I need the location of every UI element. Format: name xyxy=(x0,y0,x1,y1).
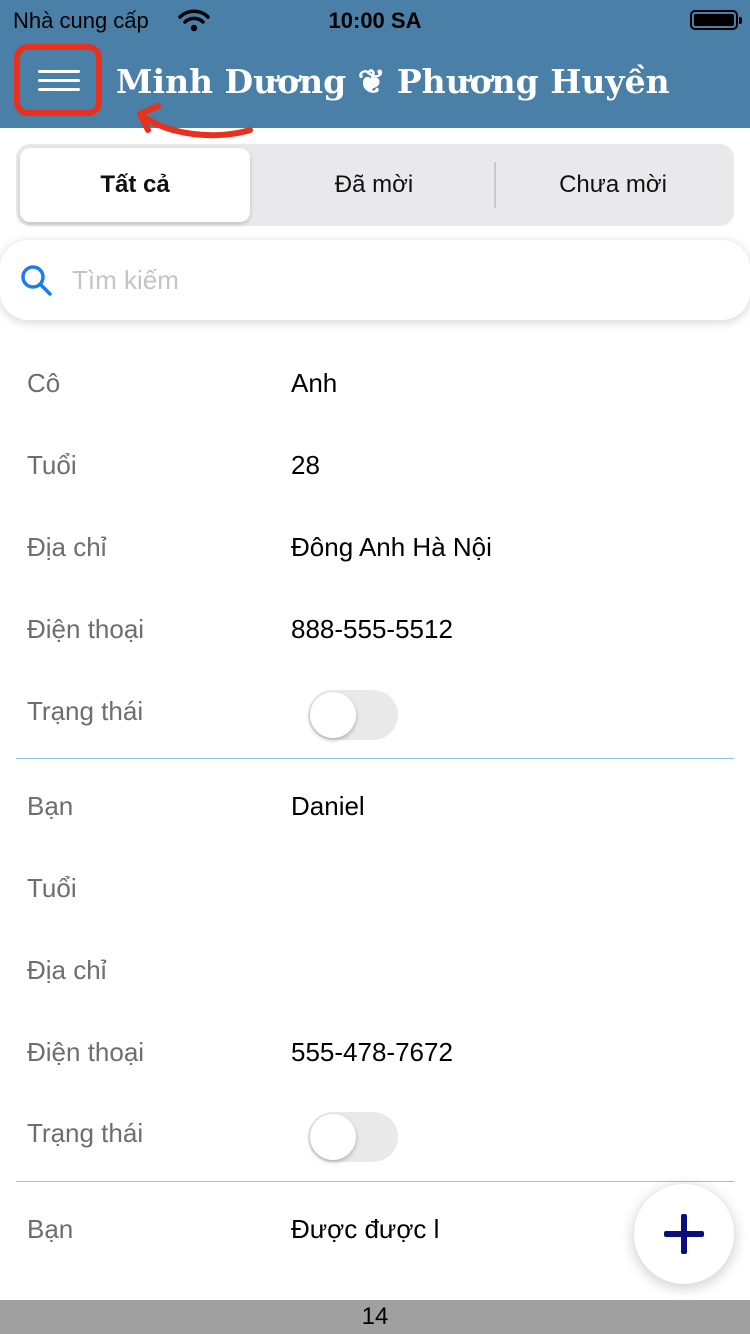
invited-toggle[interactable] xyxy=(308,690,398,740)
annotation-arrow-icon xyxy=(137,103,253,139)
invited-toggle[interactable] xyxy=(308,1112,398,1162)
search-input[interactable] xyxy=(72,258,712,302)
search-icon xyxy=(21,265,52,296)
title-label: Bạn xyxy=(27,1214,74,1244)
age-label: Tuổi xyxy=(27,873,77,903)
toggle-knob xyxy=(310,692,356,738)
age-label: Tuổi xyxy=(27,450,77,480)
title-label: Bạn xyxy=(27,791,74,821)
app-title: Minh Dương ❦ Phương Huyền xyxy=(116,62,670,101)
hamburger-icon xyxy=(38,70,80,73)
address-label: Địa chỉ xyxy=(27,532,107,562)
page-number: 14 xyxy=(361,1303,389,1330)
status-time: 10:00 SA xyxy=(328,8,422,33)
guest-status-row: Trạng thái xyxy=(0,684,750,744)
page-number-bar: 14 xyxy=(0,1300,750,1334)
tab-invited[interactable]: Đã mời xyxy=(254,148,494,222)
guest-separator xyxy=(16,758,734,759)
guest-address: Đông Anh Hà Nội xyxy=(291,532,492,562)
guest-phone: 888-555-5512 xyxy=(291,614,453,644)
filter-segmented-control: Tất cả Đã mời Chưa mời xyxy=(16,144,734,226)
status-bar: Nhà cung cấp 10:00 SA xyxy=(0,0,750,40)
guest-name-row: Bạn Daniel xyxy=(0,779,750,839)
tab-not-invited[interactable]: Chưa mời xyxy=(496,148,730,222)
guest-separator xyxy=(16,1181,734,1182)
guest-age-row: Tuổi 28 xyxy=(0,438,750,498)
guest-phone-row: Điện thoại 555-478-7672 xyxy=(0,1025,750,1085)
status-label: Trạng thái xyxy=(27,1118,144,1148)
guest-address-row: Địa chỉ xyxy=(0,943,750,1003)
toggle-knob xyxy=(310,1114,356,1160)
battery-icon xyxy=(690,10,742,30)
guest-status-row: Trạng thái xyxy=(0,1106,750,1166)
tab-all[interactable]: Tất cả xyxy=(20,148,250,222)
guest-address-row: Địa chỉ Đông Anh Hà Nội xyxy=(0,520,750,580)
add-guest-button[interactable] xyxy=(634,1184,734,1284)
phone-label: Điện thoại xyxy=(27,614,145,644)
guest-name: Daniel xyxy=(291,791,365,821)
guest-name: Được được l xyxy=(291,1214,440,1244)
phone-label: Điện thoại xyxy=(27,1037,145,1067)
title-label: Cô xyxy=(27,368,61,398)
menu-button[interactable] xyxy=(14,44,102,116)
search-bar xyxy=(0,240,750,320)
guest-name-row: Cô Anh xyxy=(0,356,750,416)
address-label: Địa chỉ xyxy=(27,955,107,985)
guest-phone: 555-478-7672 xyxy=(291,1037,453,1067)
guest-phone-row: Điện thoại 888-555-5512 xyxy=(0,602,750,662)
navigation-bar: Nhà cung cấp 10:00 SA Minh Dương ❦ Phươn… xyxy=(0,0,750,128)
guest-age-row: Tuổi xyxy=(0,861,750,921)
status-label: Trạng thái xyxy=(27,696,144,726)
guest-age: 28 xyxy=(291,450,320,480)
guest-name: Anh xyxy=(291,368,338,398)
